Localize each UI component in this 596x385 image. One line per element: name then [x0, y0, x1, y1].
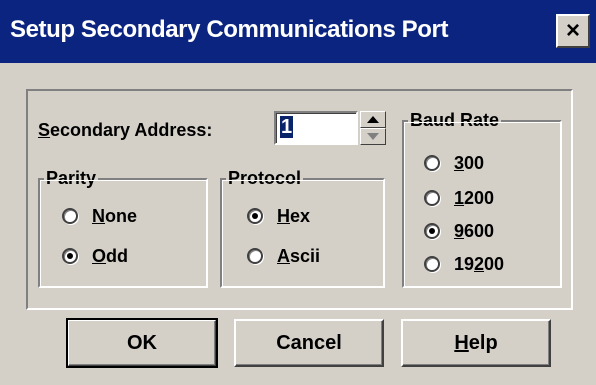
protocol-hex-label: Hex: [277, 205, 311, 226]
baud-9600-option[interactable]: 9600: [424, 218, 494, 244]
protocol-group: Protocol: [220, 166, 385, 288]
baud-1200-option[interactable]: 1200: [424, 185, 494, 211]
title-bar[interactable]: Setup Secondary Communications Port ×: [0, 0, 596, 63]
baud-rate-group-label: Baud Rate: [408, 108, 502, 132]
parity-none-label: None: [92, 205, 138, 226]
baud-19200-option[interactable]: 19200: [424, 251, 504, 277]
spin-down-button[interactable]: [360, 128, 386, 145]
baud-300-radio[interactable]: [424, 155, 440, 171]
parity-odd-label: Odd: [92, 245, 129, 266]
parity-none-radio[interactable]: [62, 208, 78, 224]
close-button[interactable]: ×: [556, 14, 590, 48]
arrow-up-icon: [367, 116, 379, 123]
protocol-group-label: Protocol: [226, 166, 304, 190]
baud-19200-radio[interactable]: [424, 256, 440, 272]
baud-300-option[interactable]: 300: [424, 150, 484, 176]
baud-9600-radio[interactable]: [424, 223, 440, 239]
window-title: Setup Secondary Communications Port: [10, 16, 449, 43]
arrow-down-icon: [367, 133, 379, 140]
cancel-button[interactable]: Cancel: [234, 319, 384, 367]
spin-up-button[interactable]: [360, 111, 386, 128]
protocol-hex-option[interactable]: Hex: [247, 203, 310, 229]
parity-odd-radio[interactable]: [62, 248, 78, 264]
baud-300-label: 300: [454, 152, 485, 173]
parity-group-label: Parity: [44, 166, 99, 190]
baud-9600-label: 9600: [454, 220, 495, 241]
secondary-address-input[interactable]: 1: [274, 111, 358, 145]
setup-dialog: Setup Secondary Communications Port × Se…: [0, 0, 596, 385]
protocol-hex-radio[interactable]: [247, 208, 263, 224]
protocol-ascii-option[interactable]: Ascii: [247, 243, 320, 269]
baud-1200-label: 1200: [454, 187, 495, 208]
ok-button[interactable]: OK: [66, 318, 218, 368]
parity-group: Parity: [38, 166, 208, 288]
secondary-address-value: 1: [280, 116, 294, 138]
parity-odd-option[interactable]: Odd: [62, 243, 128, 269]
address-spinner: [360, 111, 386, 145]
secondary-address-label: Secondary Address:: [38, 120, 213, 140]
close-icon: ×: [565, 17, 580, 44]
protocol-ascii-label: Ascii: [277, 245, 321, 266]
protocol-ascii-radio[interactable]: [247, 248, 263, 264]
help-button[interactable]: Help: [401, 319, 551, 367]
baud-19200-label: 19200: [454, 253, 505, 274]
parity-none-option[interactable]: None: [62, 203, 137, 229]
baud-1200-radio[interactable]: [424, 190, 440, 206]
